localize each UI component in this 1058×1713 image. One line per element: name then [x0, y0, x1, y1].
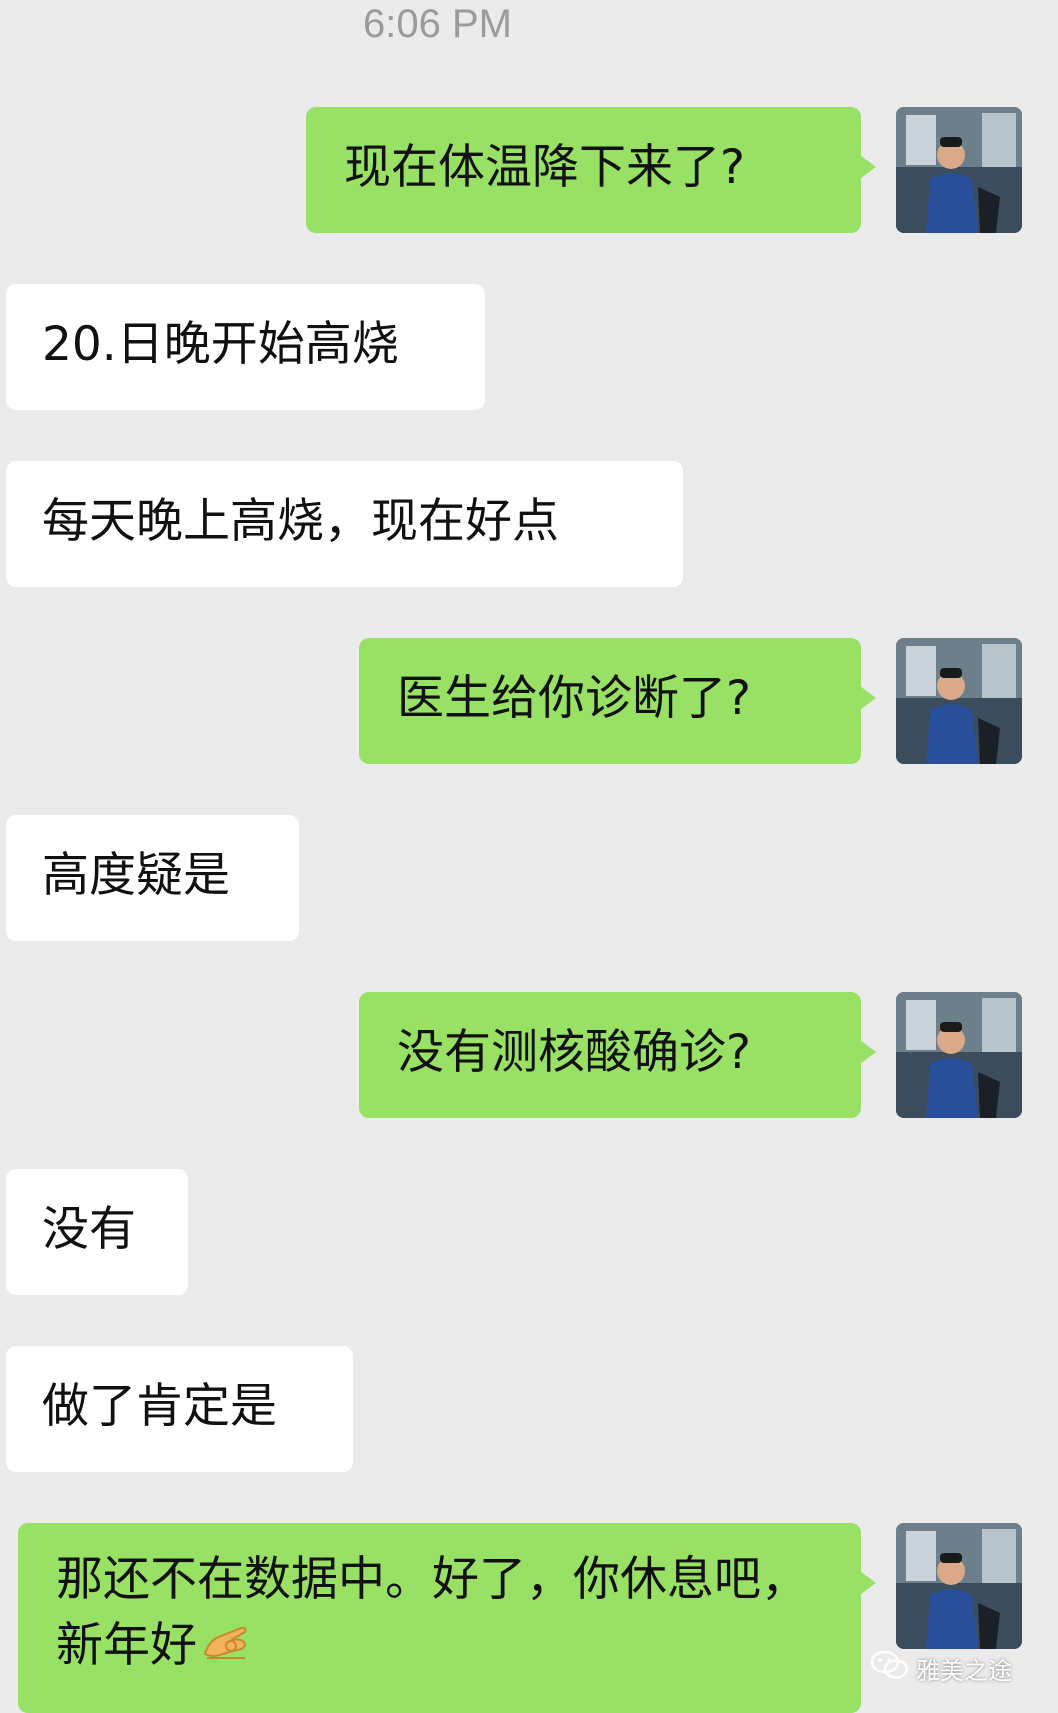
- user-avatar[interactable]: [896, 107, 1022, 233]
- watermark: 雅美之途: [870, 1650, 1012, 1686]
- avatar-photo: [896, 1523, 1022, 1649]
- outgoing-message[interactable]: 那还不在数据中。好了，你休息吧，新年好: [18, 1523, 876, 1713]
- avatar-photo: [896, 992, 1022, 1118]
- user-avatar[interactable]: [896, 638, 1022, 764]
- user-avatar[interactable]: [896, 992, 1022, 1118]
- watermark-text: 雅美之途: [916, 1656, 1012, 1685]
- incoming-message[interactable]: 没有: [6, 1169, 188, 1295]
- user-avatar[interactable]: [896, 1523, 1022, 1649]
- message-text: 那还不在数据中。好了，你休息吧，新年好: [56, 1552, 808, 1673]
- incoming-message[interactable]: 高度疑是: [6, 815, 299, 941]
- incoming-message[interactable]: 20.日晚开始高烧: [6, 284, 485, 410]
- outgoing-message[interactable]: 医生给你诊断了?: [359, 638, 876, 764]
- outgoing-message[interactable]: 现在体温降下来了?: [306, 107, 876, 233]
- incoming-message[interactable]: 每天晚上高烧，现在好点: [6, 461, 683, 587]
- message-timestamp: 6:06 PM: [363, 2, 512, 46]
- avatar-photo: [896, 638, 1022, 764]
- chat-view: 6:06 PM 现在体温降下来了? 20.日晚开始高烧 每天晚上高烧，现在好点 …: [0, 0, 1058, 1713]
- wechat-icon: [870, 1649, 910, 1687]
- outgoing-message[interactable]: 没有测核酸确诊?: [359, 992, 876, 1118]
- ok-hand-emoji-icon: [201, 1616, 251, 1682]
- incoming-message[interactable]: 做了肯定是: [6, 1346, 353, 1472]
- avatar-photo: [896, 107, 1022, 233]
